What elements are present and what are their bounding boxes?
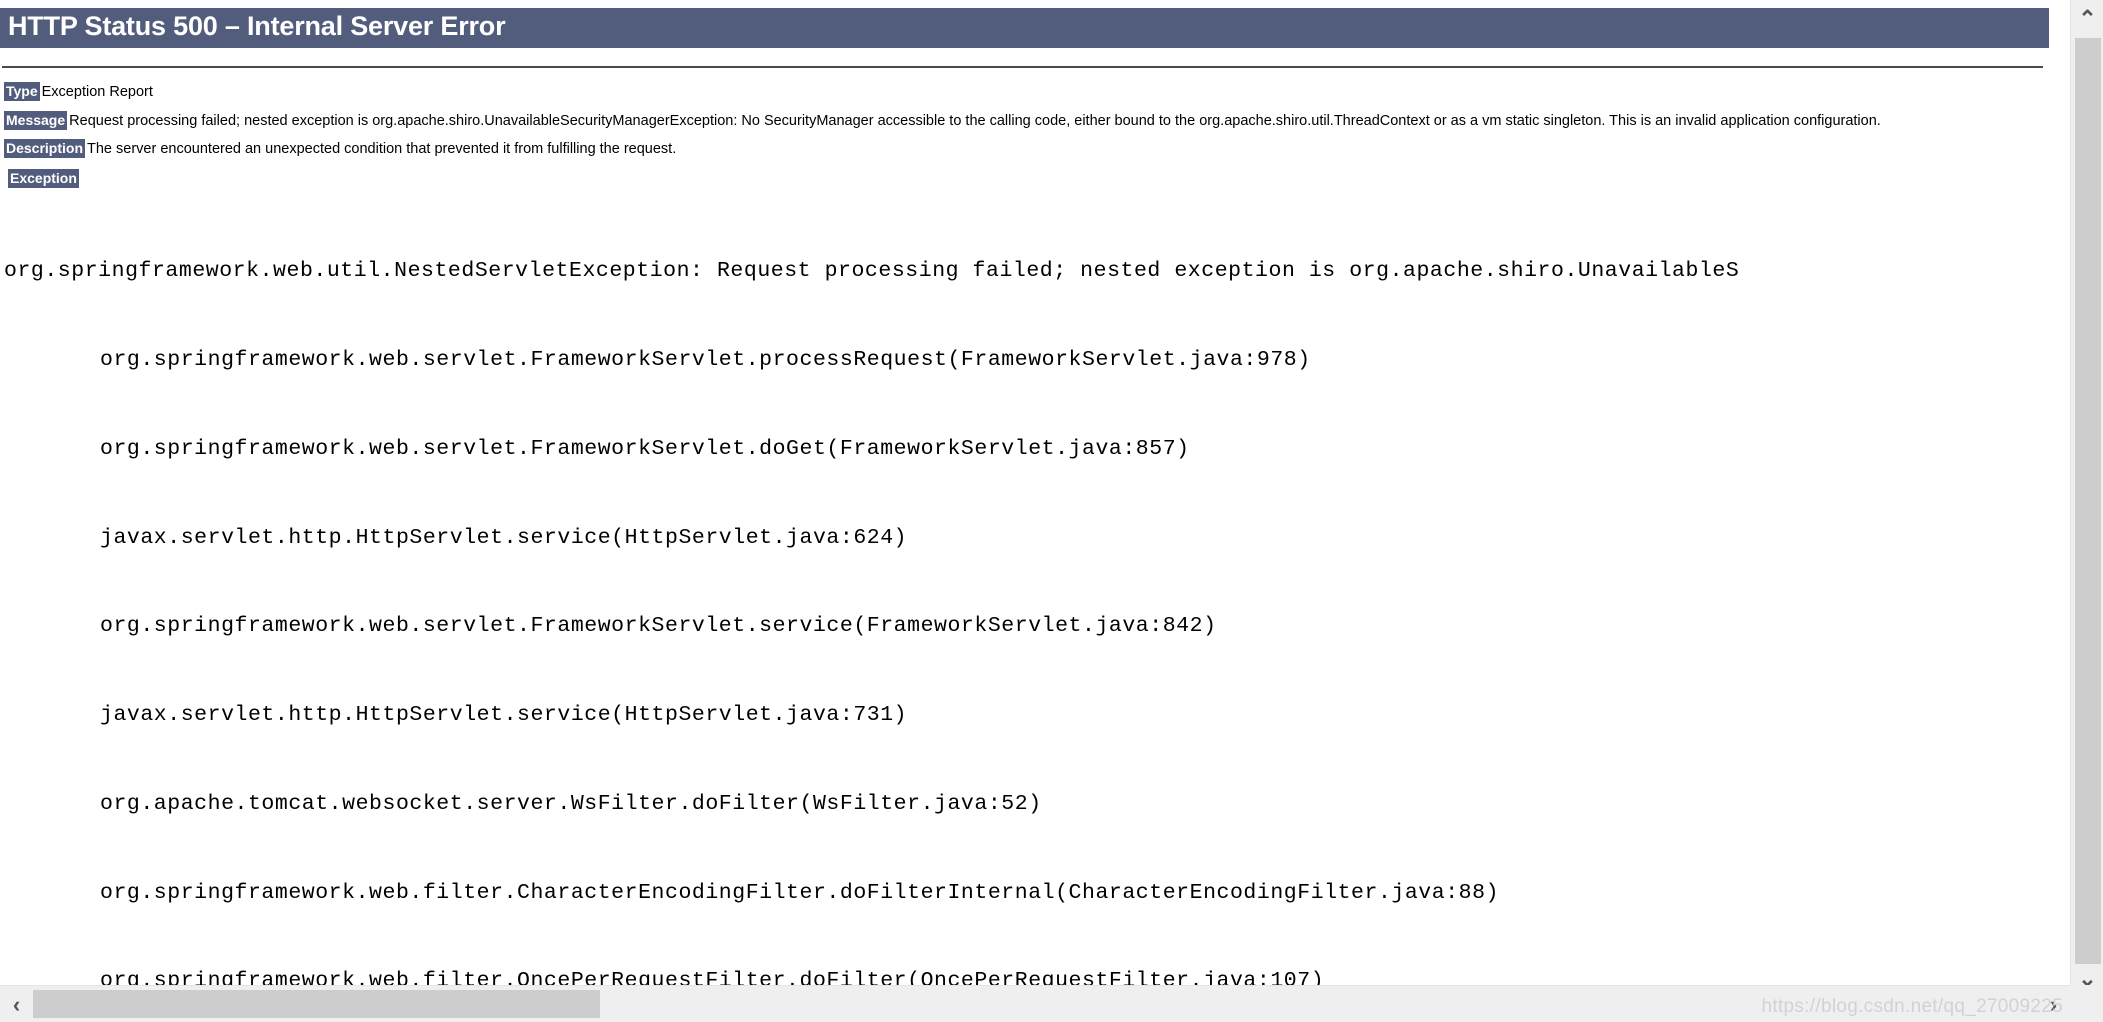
report-type-line: Type Exception Report [4, 82, 2070, 101]
header-divider [2, 66, 2043, 68]
error-page-content: HTTP Status 500 – Internal Server Error … [0, 0, 2070, 985]
report-description-line: Description The server encountered an une… [4, 139, 2070, 158]
report-message-line: Message Request processing failed; nested… [4, 110, 2070, 130]
horizontal-scrollbar-thumb[interactable] [33, 990, 600, 1018]
message-value: Request processing failed; nested except… [69, 112, 1881, 129]
exception-frame: javax.servlet.http.HttpServlet.service(H… [100, 703, 908, 728]
exception-frame: org.springframework.web.servlet.Framewor… [100, 614, 1217, 639]
scroll-up-arrow-icon[interactable]: ⌃ [2071, 0, 2103, 38]
description-label: Description [4, 139, 86, 158]
scroll-right-arrow-icon[interactable]: › [2037, 986, 2070, 1022]
exception-section-line: Exception [8, 168, 2070, 188]
page-title: HTTP Status 500 – Internal Server Error [0, 8, 2049, 48]
exception-stacktrace: org.springframework.web.util.NestedServl… [4, 198, 2070, 985]
browser-viewport: HTTP Status 500 – Internal Server Error … [0, 0, 2103, 1022]
scrollbar-corner [2070, 985, 2103, 1022]
report-meta: Type Exception Report Message Request proc… [0, 82, 2070, 188]
type-value: Exception Report [41, 84, 153, 100]
exception-frame: org.springframework.web.servlet.Framewor… [100, 436, 1190, 461]
vertical-scrollbar-thumb[interactable] [2075, 38, 2101, 964]
exception-head-line: org.springframework.web.util.NestedServl… [4, 259, 1740, 284]
exception-frame: org.springframework.web.filter.OncePerRe… [100, 969, 1325, 985]
vertical-scrollbar[interactable]: ⌃ ⌄ [2070, 0, 2103, 1022]
exception-frame: javax.servlet.http.HttpServlet.service(H… [100, 525, 908, 550]
description-value: The server encountered an unexpected con… [87, 141, 677, 157]
exception-frame: org.springframework.web.filter.Character… [100, 880, 1500, 905]
scroll-left-arrow-icon[interactable]: ‹ [0, 986, 33, 1022]
exception-frame: org.springframework.web.servlet.Framewor… [100, 347, 1311, 372]
horizontal-scrollbar[interactable]: ‹ › [0, 985, 2103, 1022]
message-label: Message [4, 110, 68, 130]
type-label: Type [4, 82, 40, 101]
exception-frame: org.apache.tomcat.websocket.server.WsFil… [100, 791, 1042, 816]
exception-label: Exception [8, 168, 79, 188]
